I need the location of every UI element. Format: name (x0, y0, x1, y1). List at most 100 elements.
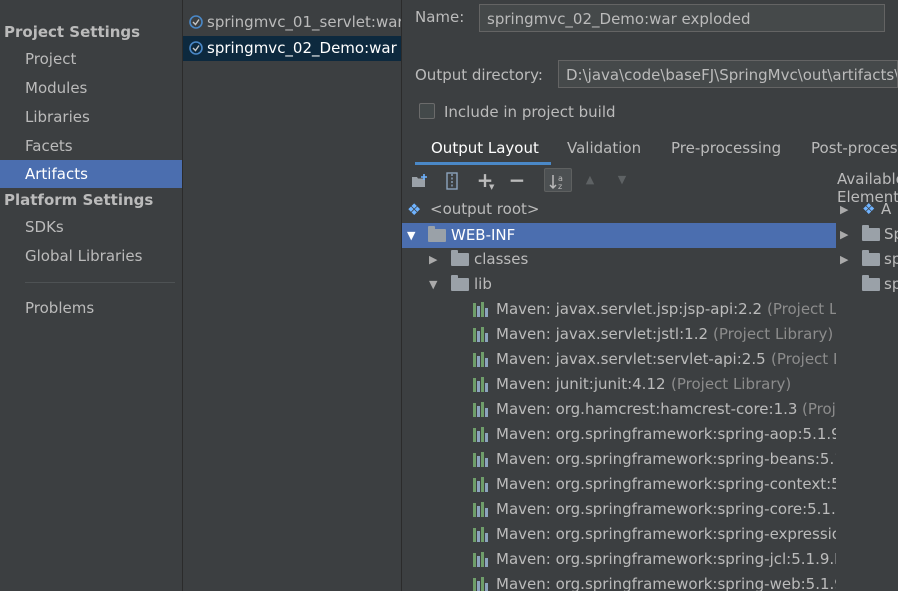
tree-row-output-root[interactable]: ❖ <output root> (402, 197, 836, 222)
library-name: Maven: org.springframework:spring-aop:5.… (496, 425, 836, 443)
sidebar-divider (25, 282, 175, 283)
tree-row-library[interactable]: Maven: org.springframework:spring-aop:5.… (402, 422, 836, 447)
tree-row-library[interactable]: Maven: org.springframework:spring-contex… (402, 472, 836, 497)
settings-sidebar: Project Settings Project Modules Librari… (0, 0, 182, 591)
web-artifact-icon (189, 41, 203, 55)
library-name: Maven: javax.servlet.jsp:jsp-api:2.2 (496, 300, 763, 318)
library-icon (473, 527, 491, 542)
classes-label: classes (474, 250, 529, 268)
library-scope: (Project Library) (767, 300, 836, 318)
library-icon (473, 577, 491, 591)
artifact-label: springmvc_02_Demo:war exploded (207, 39, 401, 57)
sidebar-item-project[interactable]: Project (0, 45, 182, 73)
library-name: Maven: org.springframework:spring-web:5.… (496, 575, 836, 591)
module-folder-icon (862, 250, 880, 266)
artifact-list: springmvc_01_servlet:war springmvc_02_De… (183, 0, 401, 591)
library-icon (473, 302, 491, 317)
output-directory-input[interactable]: D:\java\code\baseFJ\SpringMvc\out\artifa… (558, 60, 898, 88)
output-layout-tree: ❖ <output root> ▼ WEB-INF ▶ classes ▼ li… (402, 197, 836, 591)
project-settings-heading: Project Settings (4, 23, 141, 41)
library-icon (473, 552, 491, 567)
sidebar-item-libraries[interactable]: Libraries (0, 103, 182, 131)
library-icon (473, 402, 491, 417)
library-name: Maven: org.hamcrest:hamcrest-core:1.3 (496, 400, 798, 418)
sidebar-item-modules[interactable]: Modules (0, 74, 182, 102)
tree-row-library[interactable]: Maven: javax.servlet:servlet-api:2.5 (Pro… (402, 347, 836, 372)
chevron-down-icon[interactable]: ▼ (407, 223, 415, 248)
plus-icon[interactable]: + ▼ (474, 168, 496, 192)
folder-icon (451, 275, 469, 291)
sidebar-item-problems[interactable]: Problems (0, 294, 182, 322)
folder-icon (428, 226, 446, 242)
library-icon (473, 427, 491, 442)
artifact-label: springmvc_01_servlet:war (207, 13, 401, 31)
library-scope: (Project Library) (802, 400, 836, 418)
tree-row-library[interactable]: Maven: junit:junit:4.12 (Project Library) (402, 372, 836, 397)
sidebar-item-sdks[interactable]: SDKs (0, 213, 182, 241)
chevron-right-icon[interactable]: ▶ (840, 197, 848, 222)
svg-text:z: z (558, 182, 562, 191)
module-folder-icon (862, 275, 880, 291)
lib-label: lib (474, 275, 492, 293)
tab-output-layout[interactable]: Output Layout (431, 132, 539, 164)
output-root-icon: ❖ (862, 200, 876, 218)
include-in-build-label: Include in project build (444, 103, 616, 121)
arrow-up-icon[interactable]: ▲ (580, 168, 600, 192)
include-in-build-checkbox[interactable] (419, 103, 435, 119)
sidebar-item-global-libraries[interactable]: Global Libraries (0, 242, 182, 270)
output-directory-label: Output directory: (415, 66, 543, 84)
web-artifact-icon (189, 15, 203, 29)
sort-alpha-icon[interactable]: a z (544, 168, 572, 192)
artifact-item-selected[interactable]: springmvc_02_Demo:war exploded (183, 36, 401, 61)
chevron-right-icon[interactable]: ▶ (840, 247, 848, 272)
platform-settings-heading: Platform Settings (4, 191, 154, 209)
library-name: Maven: org.springframework:spring-beans:… (496, 450, 836, 468)
library-scope: (Project Library) (713, 325, 834, 343)
web-inf-label: WEB-INF (451, 226, 516, 244)
active-tab-indicator (415, 162, 551, 165)
tree-row-library[interactable]: Maven: javax.servlet:jstl:1.2 (Project Li… (402, 322, 836, 347)
arrow-down-icon[interactable]: ▼ (612, 168, 632, 192)
chevron-right-icon[interactable]: ▶ (429, 247, 437, 272)
tree-row-library[interactable]: Maven: org.springframework:spring-expres… (402, 522, 836, 547)
library-scope: (Project Library) (671, 375, 792, 393)
output-root-icon: ❖ (407, 200, 422, 219)
minus-icon[interactable]: − (506, 168, 528, 192)
sidebar-item-artifacts[interactable]: Artifacts (0, 160, 182, 188)
library-icon (473, 452, 491, 467)
tree-row-library[interactable]: Maven: org.hamcrest:hamcrest-core:1.3 (Pr… (402, 397, 836, 422)
tab-post-processing[interactable]: Post-processing (811, 132, 898, 164)
library-name: Maven: javax.servlet:servlet-api:2.5 (496, 350, 766, 368)
tree-row-library[interactable]: Maven: org.springframework:spring-core:5… (402, 497, 836, 522)
tree-row-classes[interactable]: ▶ classes (402, 247, 836, 272)
name-input[interactable]: springmvc_02_Demo:war exploded (479, 4, 885, 32)
output-root-label: <output root> (430, 200, 540, 218)
library-icon (473, 477, 491, 492)
archive-icon[interactable] (441, 168, 463, 192)
available-elements-panel: ▶ ❖ A ▶ Sp ▶ sp sp (836, 164, 898, 591)
library-name: Maven: junit:junit:4.12 (496, 375, 666, 393)
tab-validation[interactable]: Validation (567, 132, 641, 164)
library-name: Maven: javax.servlet:jstl:1.2 (496, 325, 708, 343)
tree-row-library[interactable]: Maven: org.springframework:spring-web:5.… (402, 572, 836, 591)
tree-row-lib[interactable]: ▼ lib (402, 272, 836, 297)
chevron-right-icon[interactable]: ▶ (840, 222, 848, 247)
chevron-down-icon[interactable]: ▼ (429, 272, 437, 297)
tree-row-library[interactable]: Maven: org.springframework:spring-beans:… (402, 447, 836, 472)
tab-pre-processing[interactable]: Pre-processing (671, 132, 781, 164)
library-icon (473, 502, 491, 517)
artifact-item[interactable]: springmvc_01_servlet:war (183, 10, 401, 35)
library-name: Maven: org.springframework:spring-expres… (496, 525, 836, 543)
name-label: Name: (415, 8, 465, 26)
tree-row-web-inf[interactable]: ▼ WEB-INF (402, 223, 836, 248)
library-icon (473, 352, 491, 367)
library-name: Maven: org.springframework:spring-contex… (496, 475, 836, 493)
tree-row-library[interactable]: Maven: org.springframework:spring-jcl:5.… (402, 547, 836, 572)
tree-row-library[interactable]: Maven: javax.servlet.jsp:jsp-api:2.2 (Pro… (402, 297, 836, 322)
library-icon (473, 377, 491, 392)
library-name: Maven: org.springframework:spring-core:5… (496, 500, 836, 518)
sidebar-item-facets[interactable]: Facets (0, 132, 182, 160)
new-folder-icon[interactable] (409, 168, 431, 192)
library-icon (473, 327, 491, 342)
library-scope: (Project Library) (771, 350, 836, 368)
